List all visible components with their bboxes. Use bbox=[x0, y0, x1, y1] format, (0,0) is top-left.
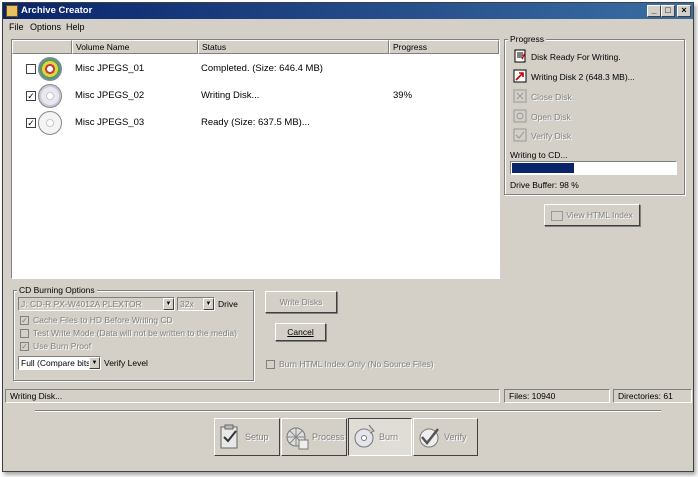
close-disk-icon bbox=[513, 89, 527, 103]
volume-progress: 39% bbox=[393, 90, 413, 101]
cache-files-checkbox[interactable]: ✓ bbox=[20, 316, 29, 325]
verify-icon bbox=[419, 428, 439, 448]
setup-button[interactable]: Setup bbox=[214, 418, 280, 456]
burn-button[interactable]: Burn bbox=[348, 418, 412, 456]
list-header: Volume Name Status Progress bbox=[12, 40, 499, 54]
disc-complete-icon bbox=[38, 57, 62, 81]
verify-level-select[interactable]: Full (Compare bits) ▼ bbox=[18, 356, 101, 370]
column-icon[interactable] bbox=[12, 40, 72, 54]
clipboard-icon bbox=[220, 424, 238, 449]
drive-buffer-label: Drive Buffer: 98 % bbox=[510, 180, 579, 190]
write-progress-bar bbox=[510, 161, 677, 175]
status-directories: Directories: 61 bbox=[613, 389, 692, 403]
writing-label: Writing to CD... bbox=[510, 150, 568, 160]
chevron-down-icon[interactable]: ▼ bbox=[89, 357, 100, 369]
table-row[interactable]: ✓ Misc JPEGS_03 Ready (Size: 637.5 MB)..… bbox=[12, 109, 499, 135]
write-progress-fill bbox=[512, 163, 575, 173]
drive-select[interactable]: J: CD-R PX-W4012A PLEXTOR ▼ bbox=[18, 297, 175, 311]
disc-ready-icon bbox=[38, 111, 62, 135]
menu-bar: File Options Help bbox=[3, 20, 693, 35]
main-window: Archive Creator _ □ × File Options Help … bbox=[2, 2, 694, 472]
menu-help[interactable]: Help bbox=[66, 22, 85, 32]
table-row[interactable]: ✓ Misc JPEGS_02 Writing Disk... 39% bbox=[12, 82, 499, 108]
volume-status: Ready (Size: 637.5 MB)... bbox=[201, 117, 310, 128]
column-status[interactable]: Status bbox=[198, 40, 389, 54]
maximize-button[interactable]: □ bbox=[661, 5, 675, 17]
burn-html-only-checkbox[interactable] bbox=[266, 360, 275, 369]
minimize-button[interactable]: _ bbox=[647, 5, 661, 17]
verify-button[interactable]: Verify bbox=[413, 418, 478, 456]
speed-select[interactable]: 32x ▼ bbox=[177, 297, 215, 311]
burn-proof-label: Use Burn Proof bbox=[33, 341, 92, 351]
volume-name: Misc JPEGS_03 bbox=[75, 117, 145, 128]
html-index-icon bbox=[551, 210, 564, 221]
document-icon bbox=[514, 49, 526, 63]
status-files: Files: 10940 bbox=[504, 389, 610, 403]
title-bar[interactable]: Archive Creator _ □ × bbox=[3, 3, 693, 19]
verify-level-label: Verify Level bbox=[104, 358, 148, 368]
burn-disc-icon bbox=[354, 424, 375, 448]
disc-writing-icon bbox=[38, 84, 62, 108]
drive-label: Drive bbox=[218, 299, 238, 309]
chevron-down-icon[interactable]: ▼ bbox=[203, 298, 214, 310]
close-button[interactable]: × bbox=[677, 5, 691, 17]
open-disk-icon bbox=[513, 109, 527, 123]
row-checkbox[interactable]: ✓ bbox=[26, 91, 36, 101]
test-write-checkbox[interactable] bbox=[20, 329, 29, 338]
volume-status: Completed. (Size: 646.4 MB) bbox=[201, 63, 323, 74]
cancel-button[interactable]: Cancel bbox=[275, 323, 326, 341]
verify-disk-icon bbox=[513, 128, 527, 142]
column-volume-name[interactable]: Volume Name bbox=[72, 40, 198, 54]
test-write-label: Test Write Mode (Data will not be writte… bbox=[33, 328, 237, 338]
view-html-index-button[interactable]: View HTML Index bbox=[544, 204, 640, 226]
cache-files-label: Cache Files to HD Before Writing CD bbox=[33, 315, 173, 325]
table-row[interactable]: Misc JPEGS_01 Completed. (Size: 646.4 MB… bbox=[12, 55, 499, 81]
process-icon bbox=[286, 427, 309, 450]
row-checkbox[interactable] bbox=[26, 64, 36, 74]
menu-options[interactable]: Options bbox=[30, 22, 61, 32]
window-title: Archive Creator bbox=[21, 5, 93, 16]
chevron-down-icon[interactable]: ▼ bbox=[163, 298, 174, 310]
progress-panel-title: Progress bbox=[508, 34, 547, 44]
burn-proof-checkbox[interactable]: ✓ bbox=[20, 342, 29, 351]
status-message: Writing Disk... bbox=[5, 389, 500, 403]
divider bbox=[35, 410, 661, 412]
arrow-document-icon bbox=[513, 69, 527, 83]
column-progress[interactable]: Progress bbox=[389, 40, 499, 54]
volume-name: Misc JPEGS_01 bbox=[75, 63, 145, 74]
app-icon bbox=[6, 5, 18, 17]
write-disks-button[interactable]: Write Disks bbox=[265, 291, 337, 313]
row-checkbox[interactable]: ✓ bbox=[26, 118, 36, 128]
process-button[interactable]: Process bbox=[281, 418, 347, 456]
burn-html-only-label: Burn HTML Index Only (No Source Files) bbox=[279, 359, 434, 369]
volume-list[interactable]: Volume Name Status Progress Misc JPEGS_0… bbox=[11, 39, 500, 279]
volume-name: Misc JPEGS_02 bbox=[75, 90, 145, 101]
volume-status: Writing Disk... bbox=[201, 90, 260, 101]
cd-burning-options-title: CD Burning Options bbox=[17, 285, 97, 295]
menu-file[interactable]: File bbox=[9, 22, 24, 32]
